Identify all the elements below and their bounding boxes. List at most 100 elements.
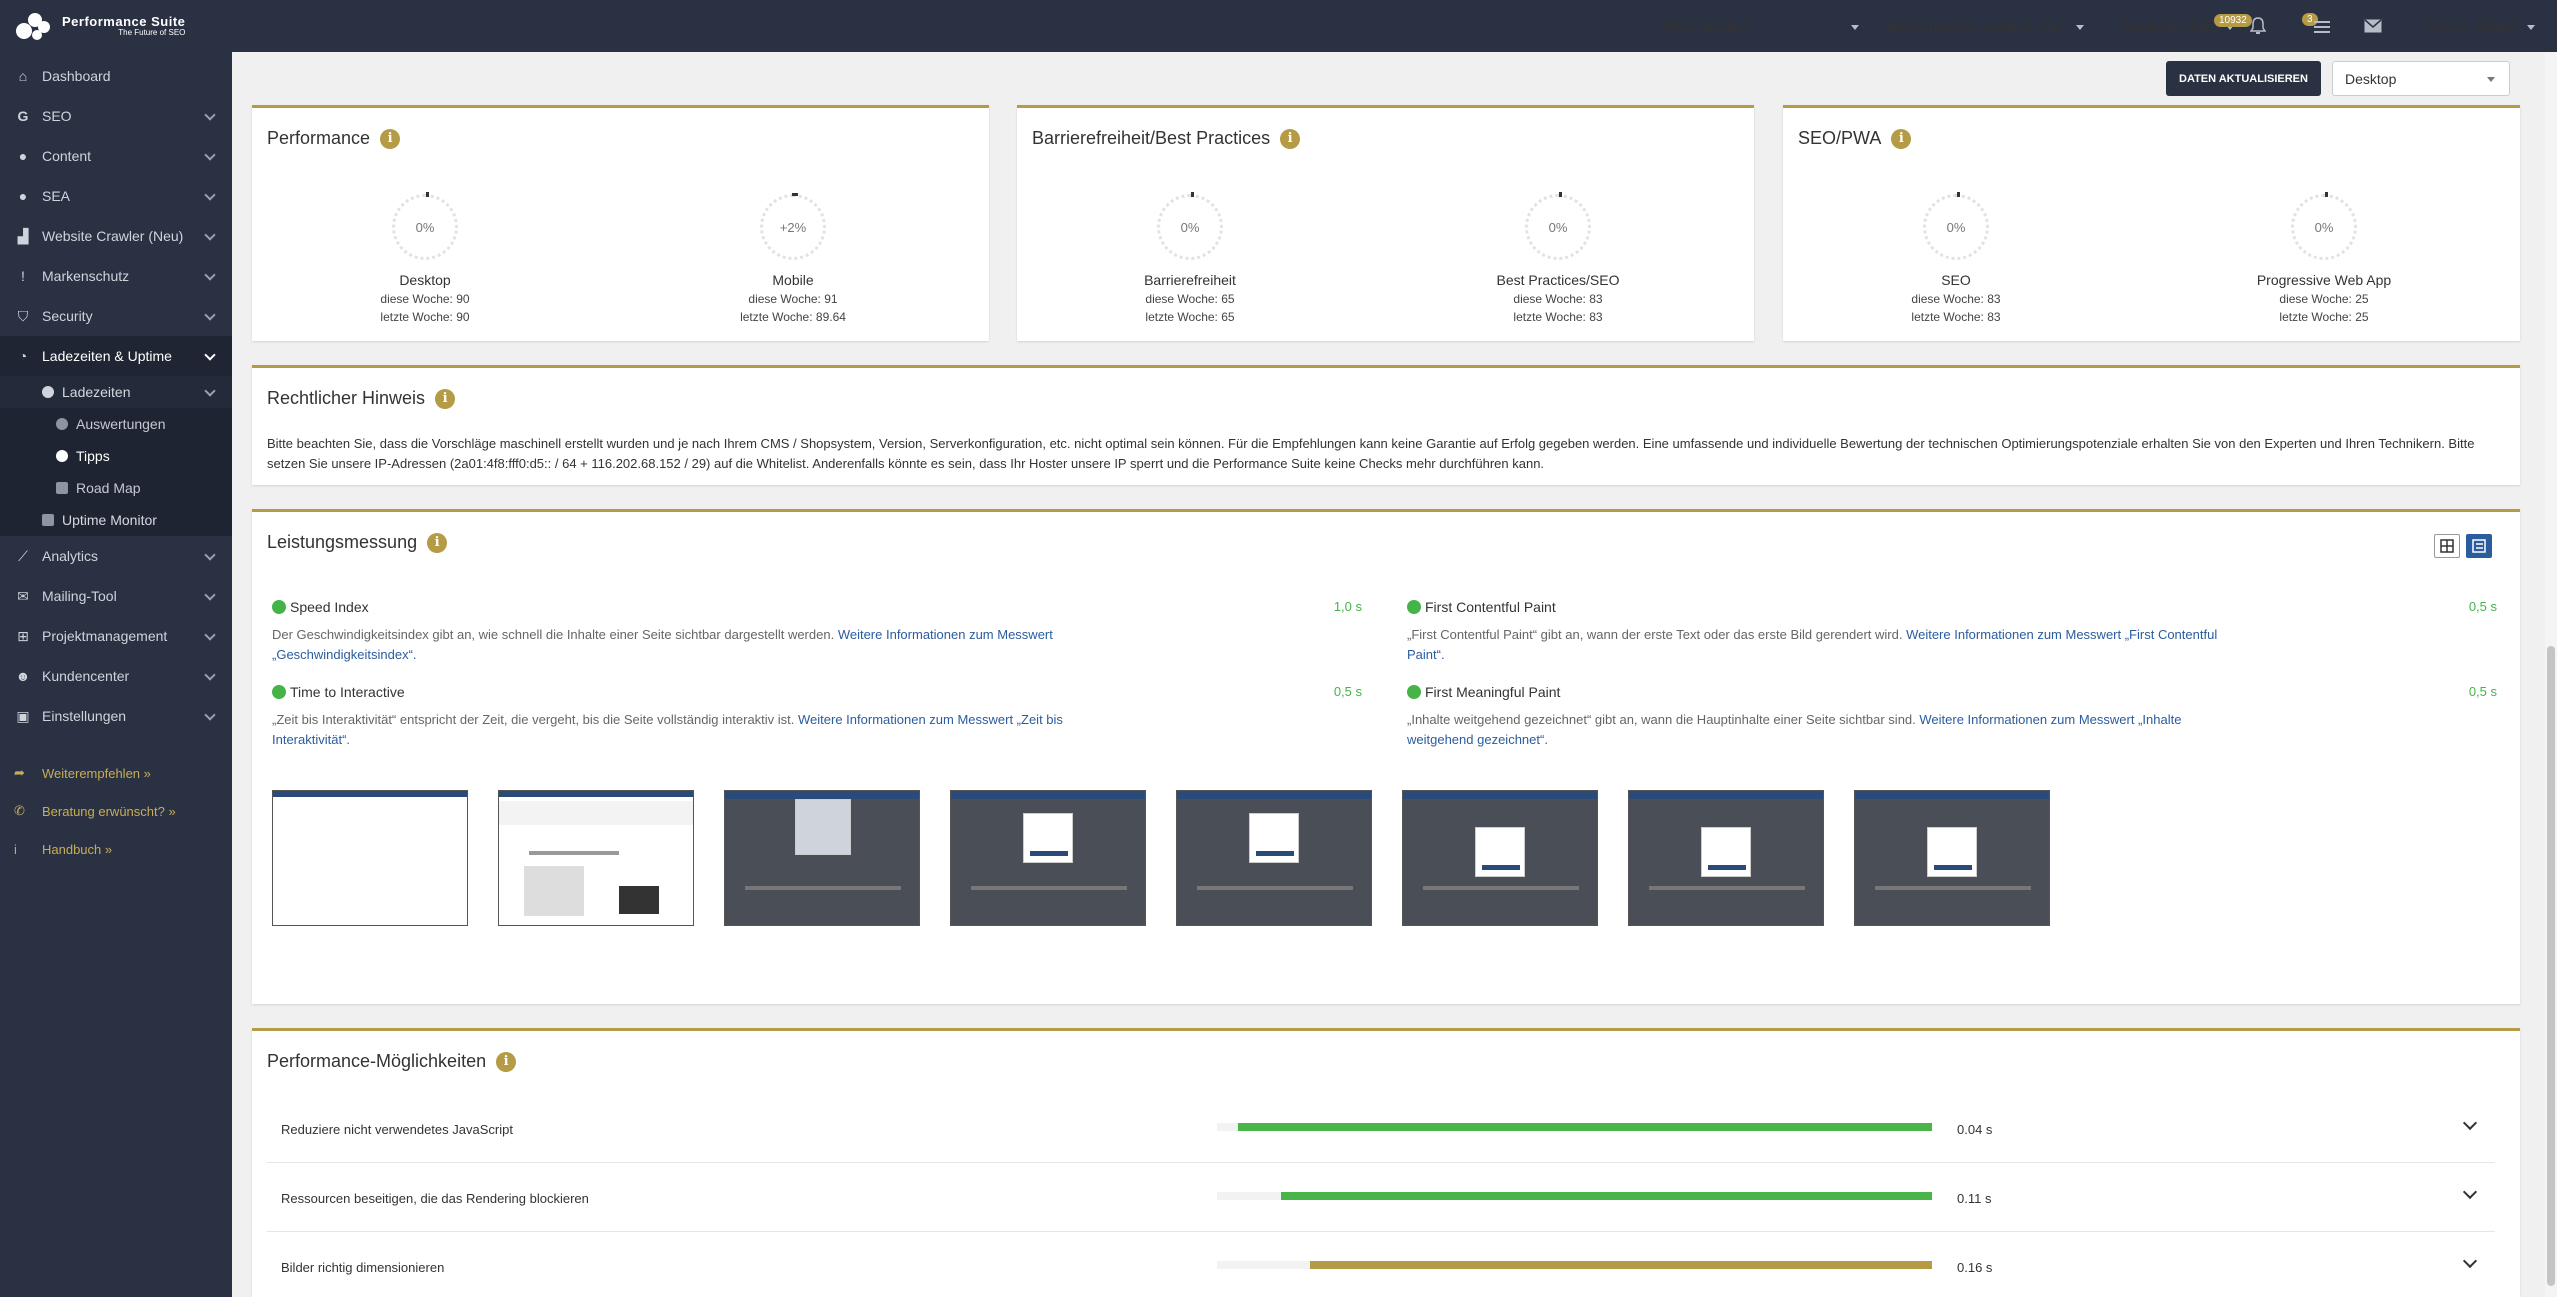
filmstrip-frame[interactable] <box>1628 790 1824 926</box>
gauge-name: Desktop <box>399 272 451 288</box>
chevron-down-icon <box>204 385 216 397</box>
chevron-down-icon[interactable] <box>2462 1253 2478 1269</box>
gauge-this-week: diese Woche: 91 <box>748 292 838 306</box>
refresh-data-button[interactable]: DATEN AKTUALISIEREN <box>2166 61 2321 96</box>
card-title: Barrierefreiheit/Best Practices <box>1032 128 1271 148</box>
sidebar: ⌂ Dashboard G SEO ● Content ● SEA ▟ Webs… <box>0 52 232 1297</box>
filmstrip-frame[interactable] <box>498 790 694 926</box>
link-label: Beratung erwünscht? » <box>42 803 176 819</box>
mail-icon[interactable] <box>2364 19 2382 33</box>
sidebar-sub-uptime-monitor[interactable]: Uptime Monitor <box>0 504 232 536</box>
scrollbar-thumb[interactable] <box>2547 646 2555 1286</box>
list-view-button[interactable] <box>2466 534 2492 558</box>
metric-value: 0,5 s <box>2468 599 2497 614</box>
gauge-value: 0% <box>1180 219 1200 235</box>
filmstrip-frame[interactable] <box>950 790 1146 926</box>
sidebar-sub-roadmap[interactable]: Road Map <box>0 472 232 504</box>
status-dot-icon <box>272 600 286 614</box>
domain-select[interactable]: performance-suite.io (de) <box>1887 18 2066 36</box>
opportunity-row[interactable]: Bilder richtig dimensionieren 0.16 s <box>267 1232 2495 1297</box>
filmstrip-frame[interactable] <box>1176 790 1372 926</box>
gauge-this-week: diese Woche: 25 <box>2279 292 2369 306</box>
sidebar-item-website-crawler[interactable]: ▟ Website Crawler (Neu) <box>0 216 232 256</box>
gauge-name: Progressive Web App <box>2256 272 2392 288</box>
sidebar-sub-auswertungen[interactable]: Auswertungen <box>0 408 232 440</box>
info-icon[interactable]: i <box>427 532 448 553</box>
clock-icon: ◔ <box>18 348 28 364</box>
sidebar-item-analytics[interactable]: ⟋ Analytics <box>0 536 232 576</box>
exclamation-icon: ! <box>21 268 25 284</box>
sidebar-sub-label: Road Map <box>76 480 141 496</box>
chevron-down-icon <box>204 549 216 561</box>
info-icon[interactable]: i <box>1891 128 1912 149</box>
metric-value: 0,5 s <box>1333 684 1362 699</box>
chevron-down-icon[interactable] <box>2462 1184 2478 1200</box>
user-menu[interactable]: Florian Müller <box>2422 18 2535 36</box>
filmstrip-frame[interactable] <box>1402 790 1598 926</box>
sidebar-item-sea[interactable]: ● SEA <box>0 176 232 216</box>
sidebar-item-dashboard[interactable]: ⌂ Dashboard <box>0 56 232 96</box>
card-title: Leistungsmessung <box>267 532 418 552</box>
sidebar-item-seo[interactable]: G SEO <box>0 96 232 136</box>
chevron-down-icon <box>204 229 216 241</box>
info-icon[interactable]: i <box>496 1051 517 1072</box>
link-beratung[interactable]: ✆ Beratung erwünscht? » <box>0 792 232 830</box>
card-title: Performance <box>267 128 371 148</box>
gauge-value: 0% <box>2314 219 2334 235</box>
opportunity-row[interactable]: Ressourcen beseitigen, die das Rendering… <box>267 1163 2495 1232</box>
gauge-last-week: letzte Woche: 90 <box>380 310 470 324</box>
sidebar-item-ladezeiten-uptime[interactable]: ◔ Ladezeiten & Uptime <box>0 336 232 376</box>
opportunity-row[interactable]: Reduziere nicht verwendetes JavaScript 0… <box>267 1094 2495 1163</box>
link-weiterempfehlen[interactable]: ➦ Weiterempfehlen » <box>0 754 232 792</box>
gauge-circle: 0% <box>392 192 458 260</box>
info-icon[interactable]: i <box>435 388 456 409</box>
sitemap-icon: ⊞ <box>17 627 29 644</box>
metric-speed-index: Speed Index 1,0 s Der Geschwindigkeitsin… <box>272 599 1362 665</box>
metric-desc: „Inhalte weitgehend gezeichnet“ gibt an,… <box>1407 712 1920 727</box>
gauge-circle: 0% <box>1157 192 1223 260</box>
opportunity-value: 0.04 s <box>1957 1122 1993 1137</box>
device-select[interactable]: Desktop <box>2332 61 2510 96</box>
list-icon[interactable] <box>2314 20 2330 34</box>
sidebar-sub-ladezeiten[interactable]: Ladezeiten <box>0 376 232 408</box>
filmstrip-frame[interactable] <box>724 790 920 926</box>
filmstrip-frame[interactable] <box>1854 790 2050 926</box>
chevron-down-icon <box>204 709 216 721</box>
info-icon[interactable]: i <box>380 128 401 149</box>
sidebar-item-label: Website Crawler (Neu) <box>42 228 184 244</box>
info-icon[interactable]: i <box>1280 128 1301 149</box>
logo[interactable]: Performance Suite The Future of SEO <box>0 0 232 52</box>
metric-name: Time to Interactive <box>290 684 405 700</box>
sidebar-item-label: Ladezeiten & Uptime <box>42 348 172 364</box>
metric-name: First Meaningful Paint <box>1425 684 1561 700</box>
sidebar-sub-tipps[interactable]: Tipps <box>0 440 232 472</box>
sidebar-sub-label: Ladezeiten <box>62 384 131 400</box>
sidebar-item-projektmanagement[interactable]: ⊞ Projektmanagement <box>0 616 232 656</box>
list-icon <box>2472 539 2486 553</box>
chevron-down-icon[interactable] <box>2462 1115 2478 1131</box>
card-title: SEO/PWA <box>1798 128 1882 148</box>
lock-icon: ▣ <box>16 707 30 724</box>
sidebar-item-content[interactable]: ● Content <box>0 136 232 176</box>
legal-notice-text: Bitte beachten Sie, dass die Vorschläge … <box>267 436 2475 471</box>
opportunity-bar <box>1217 1261 1932 1269</box>
scrollbar[interactable] <box>2545 52 2557 1297</box>
legal-notice-card: Rechtlicher Hinweis i Bitte beachten Sie,… <box>252 365 2520 485</box>
filmstrip-frame[interactable] <box>272 790 468 926</box>
gauge-this-week: diese Woche: 65 <box>1145 292 1235 306</box>
sidebar-item-einstellungen[interactable]: ▣ Einstellungen <box>0 696 232 736</box>
gauge-name: SEO <box>1941 272 1971 288</box>
grid-view-button[interactable] <box>2434 534 2460 558</box>
bell-icon[interactable] <box>2250 17 2266 35</box>
link-label: Handbuch » <box>42 841 113 857</box>
sidebar-item-security[interactable]: ⛉ Security <box>0 296 232 336</box>
customer-select[interactable]: Alle Kunden <box>1662 18 1748 36</box>
gauge-last-week: letzte Woche: 25 <box>2279 310 2369 324</box>
sidebar-item-mailing-tool[interactable]: ✉ Mailing-Tool <box>0 576 232 616</box>
sidebar-item-kundencenter[interactable]: ☻ Kundencenter <box>0 656 232 696</box>
link-handbuch[interactable]: i Handbuch » <box>0 830 232 868</box>
sidebar-item-markenschutz[interactable]: ! Markenschutz <box>0 256 232 296</box>
users-icon: ☻ <box>15 668 31 684</box>
gauge-circle: 0% <box>2291 192 2357 260</box>
metric-desc: Der Geschwindigkeitsindex gibt an, wie s… <box>272 627 838 642</box>
